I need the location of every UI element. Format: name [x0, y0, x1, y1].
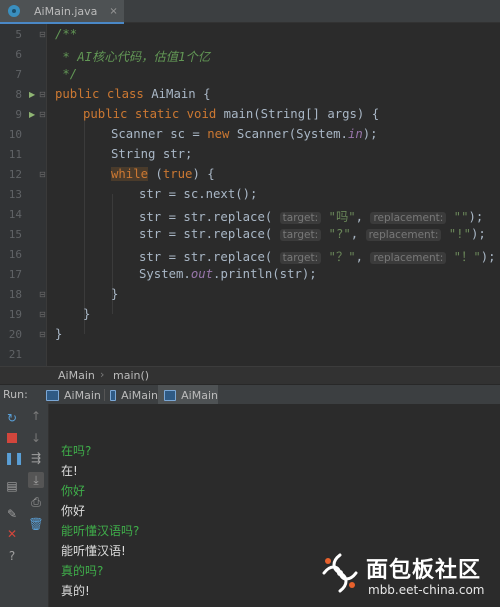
soft-wrap-icon[interactable]: ⇶: [28, 450, 44, 466]
console-output-line: 真的!: [61, 584, 90, 598]
fold-icon[interactable]: ⊟: [39, 290, 46, 299]
code-line: str = str.replace( target: "?", replacem…: [139, 227, 486, 241]
pin-icon[interactable]: ✎: [4, 506, 20, 522]
code-line: while (true) {: [111, 167, 215, 181]
breadcrumb-class[interactable]: AiMain: [58, 369, 95, 382]
fold-icon[interactable]: ⊟: [39, 170, 46, 179]
code-line: Scanner sc = new Scanner(System.in);: [111, 127, 378, 141]
code-line: /**: [55, 27, 78, 41]
run-tab[interactable]: AiMain: [104, 385, 159, 405]
indent-guide: [84, 114, 85, 334]
line-number: 10: [8, 128, 22, 141]
code-line: */: [55, 67, 78, 81]
param-hint: target:: [279, 212, 322, 224]
breadcrumb: AiMain › main(): [0, 366, 500, 385]
line-gutter: 5 6 7 8 9 10 11 12 13 14 15 16 17 18 19 …: [0, 24, 46, 366]
console-icon: [110, 389, 117, 401]
console-input-line: 在吗?: [61, 444, 92, 458]
editor-tab-bar: AiMain.java ×: [0, 0, 500, 24]
param-hint: replacement:: [365, 229, 442, 241]
line-number: 9: [15, 108, 22, 121]
line-number: 21: [8, 348, 22, 361]
watermark-logo: [322, 553, 358, 593]
line-number: 12: [8, 168, 22, 181]
watermark: 面包板社区 mbb.eet-china.com: [318, 546, 500, 607]
console-input-line: 能听懂汉语吗?: [61, 524, 140, 538]
console-icon: [46, 389, 59, 401]
line-number: 20: [8, 328, 22, 341]
run-tab-bar: Run: AiMain AiMain AiMain: [0, 384, 500, 405]
line-number: 13: [8, 188, 22, 201]
code-line: String str;: [111, 147, 193, 161]
code-line: System.out.println(str);: [139, 267, 317, 281]
console-output-line: 能听懂汉语!: [61, 544, 126, 558]
param-hint: replacement:: [370, 212, 447, 224]
trash-icon[interactable]: 🗑: [28, 516, 44, 532]
console-input-line: 你好: [61, 484, 86, 498]
line-number: 7: [15, 68, 22, 81]
code-line: str = sc.next();: [139, 187, 258, 201]
run-toolbar: ↻ ❚❚ ▤ ✎ ✕ ?: [0, 404, 24, 607]
line-number: 19: [8, 308, 22, 321]
run-tab-active[interactable]: AiMain: [158, 385, 218, 405]
code-line: str = str.replace( target: "？", replacem…: [139, 250, 496, 264]
param-hint: target:: [279, 252, 322, 264]
code-line: str = str.replace( target: "吗", replacem…: [139, 210, 484, 224]
pause-icon[interactable]: ❚❚: [4, 450, 24, 466]
line-number: 6: [15, 48, 22, 61]
watermark-title: 面包板社区: [366, 558, 482, 583]
fold-icon[interactable]: ⊟: [39, 30, 46, 39]
param-hint: replacement:: [370, 252, 447, 264]
editor-tab-label: AiMain.java: [34, 4, 98, 18]
console-toolbar: ↑ ↓ ⇶ ⤓ ⎙ 🗑: [24, 404, 49, 607]
watermark-url: mbb.eet-china.com: [368, 583, 485, 597]
rerun-icon[interactable]: ↻: [4, 410, 20, 426]
java-class-icon: [8, 5, 20, 17]
run-gutter-icon[interactable]: ▶: [29, 110, 35, 119]
line-number: 8: [15, 88, 22, 101]
line-number: 16: [8, 248, 22, 261]
editor-tab-aimain[interactable]: AiMain.java ×: [0, 0, 124, 22]
breadcrumb-method[interactable]: main(): [113, 369, 149, 382]
code-line: * AI核心代码，估值1个亿: [55, 50, 211, 64]
fold-icon[interactable]: ⊟: [39, 110, 46, 119]
scroll-to-end-icon[interactable]: ⤓: [28, 472, 44, 488]
fold-icon[interactable]: ⊟: [39, 310, 46, 319]
param-hint: target:: [279, 229, 322, 241]
run-gutter-icon[interactable]: ▶: [29, 90, 35, 99]
code-line: }: [83, 307, 91, 321]
gutter-separator: [46, 24, 47, 366]
stop-icon[interactable]: [4, 430, 20, 446]
line-number: 5: [15, 28, 22, 41]
code-line: public class AiMain {: [55, 87, 211, 101]
line-number: 18: [8, 288, 22, 301]
print-icon[interactable]: ⎙: [28, 494, 44, 510]
console-input-line: 真的吗?: [61, 564, 104, 578]
line-number: 14: [8, 208, 22, 221]
close-icon[interactable]: ✕: [4, 526, 20, 542]
console-output-line: 在!: [61, 464, 78, 478]
code-line: }: [55, 327, 63, 341]
code-line: public static void main(String[] args) {: [83, 107, 380, 121]
close-icon[interactable]: ×: [109, 6, 117, 17]
up-arrow-icon[interactable]: ↑: [28, 408, 44, 424]
run-tab[interactable]: AiMain: [40, 385, 105, 405]
fold-icon[interactable]: ⊟: [39, 90, 46, 99]
console-output-line: 你好: [61, 504, 86, 518]
code-editor[interactable]: 5 6 7 8 9 10 11 12 13 14 15 16 17 18 19 …: [0, 24, 500, 366]
line-number: 11: [8, 148, 22, 161]
fold-icon[interactable]: ⊟: [39, 330, 46, 339]
line-number: 17: [8, 268, 22, 281]
down-arrow-icon[interactable]: ↓: [28, 430, 44, 446]
console-icon: [164, 389, 177, 401]
layout-icon[interactable]: ▤: [4, 478, 20, 494]
line-number: 15: [8, 228, 22, 241]
help-icon[interactable]: ?: [4, 548, 20, 564]
chevron-right-icon: ›: [100, 368, 105, 381]
run-label: Run:: [3, 388, 28, 401]
code-line: }: [111, 287, 119, 301]
